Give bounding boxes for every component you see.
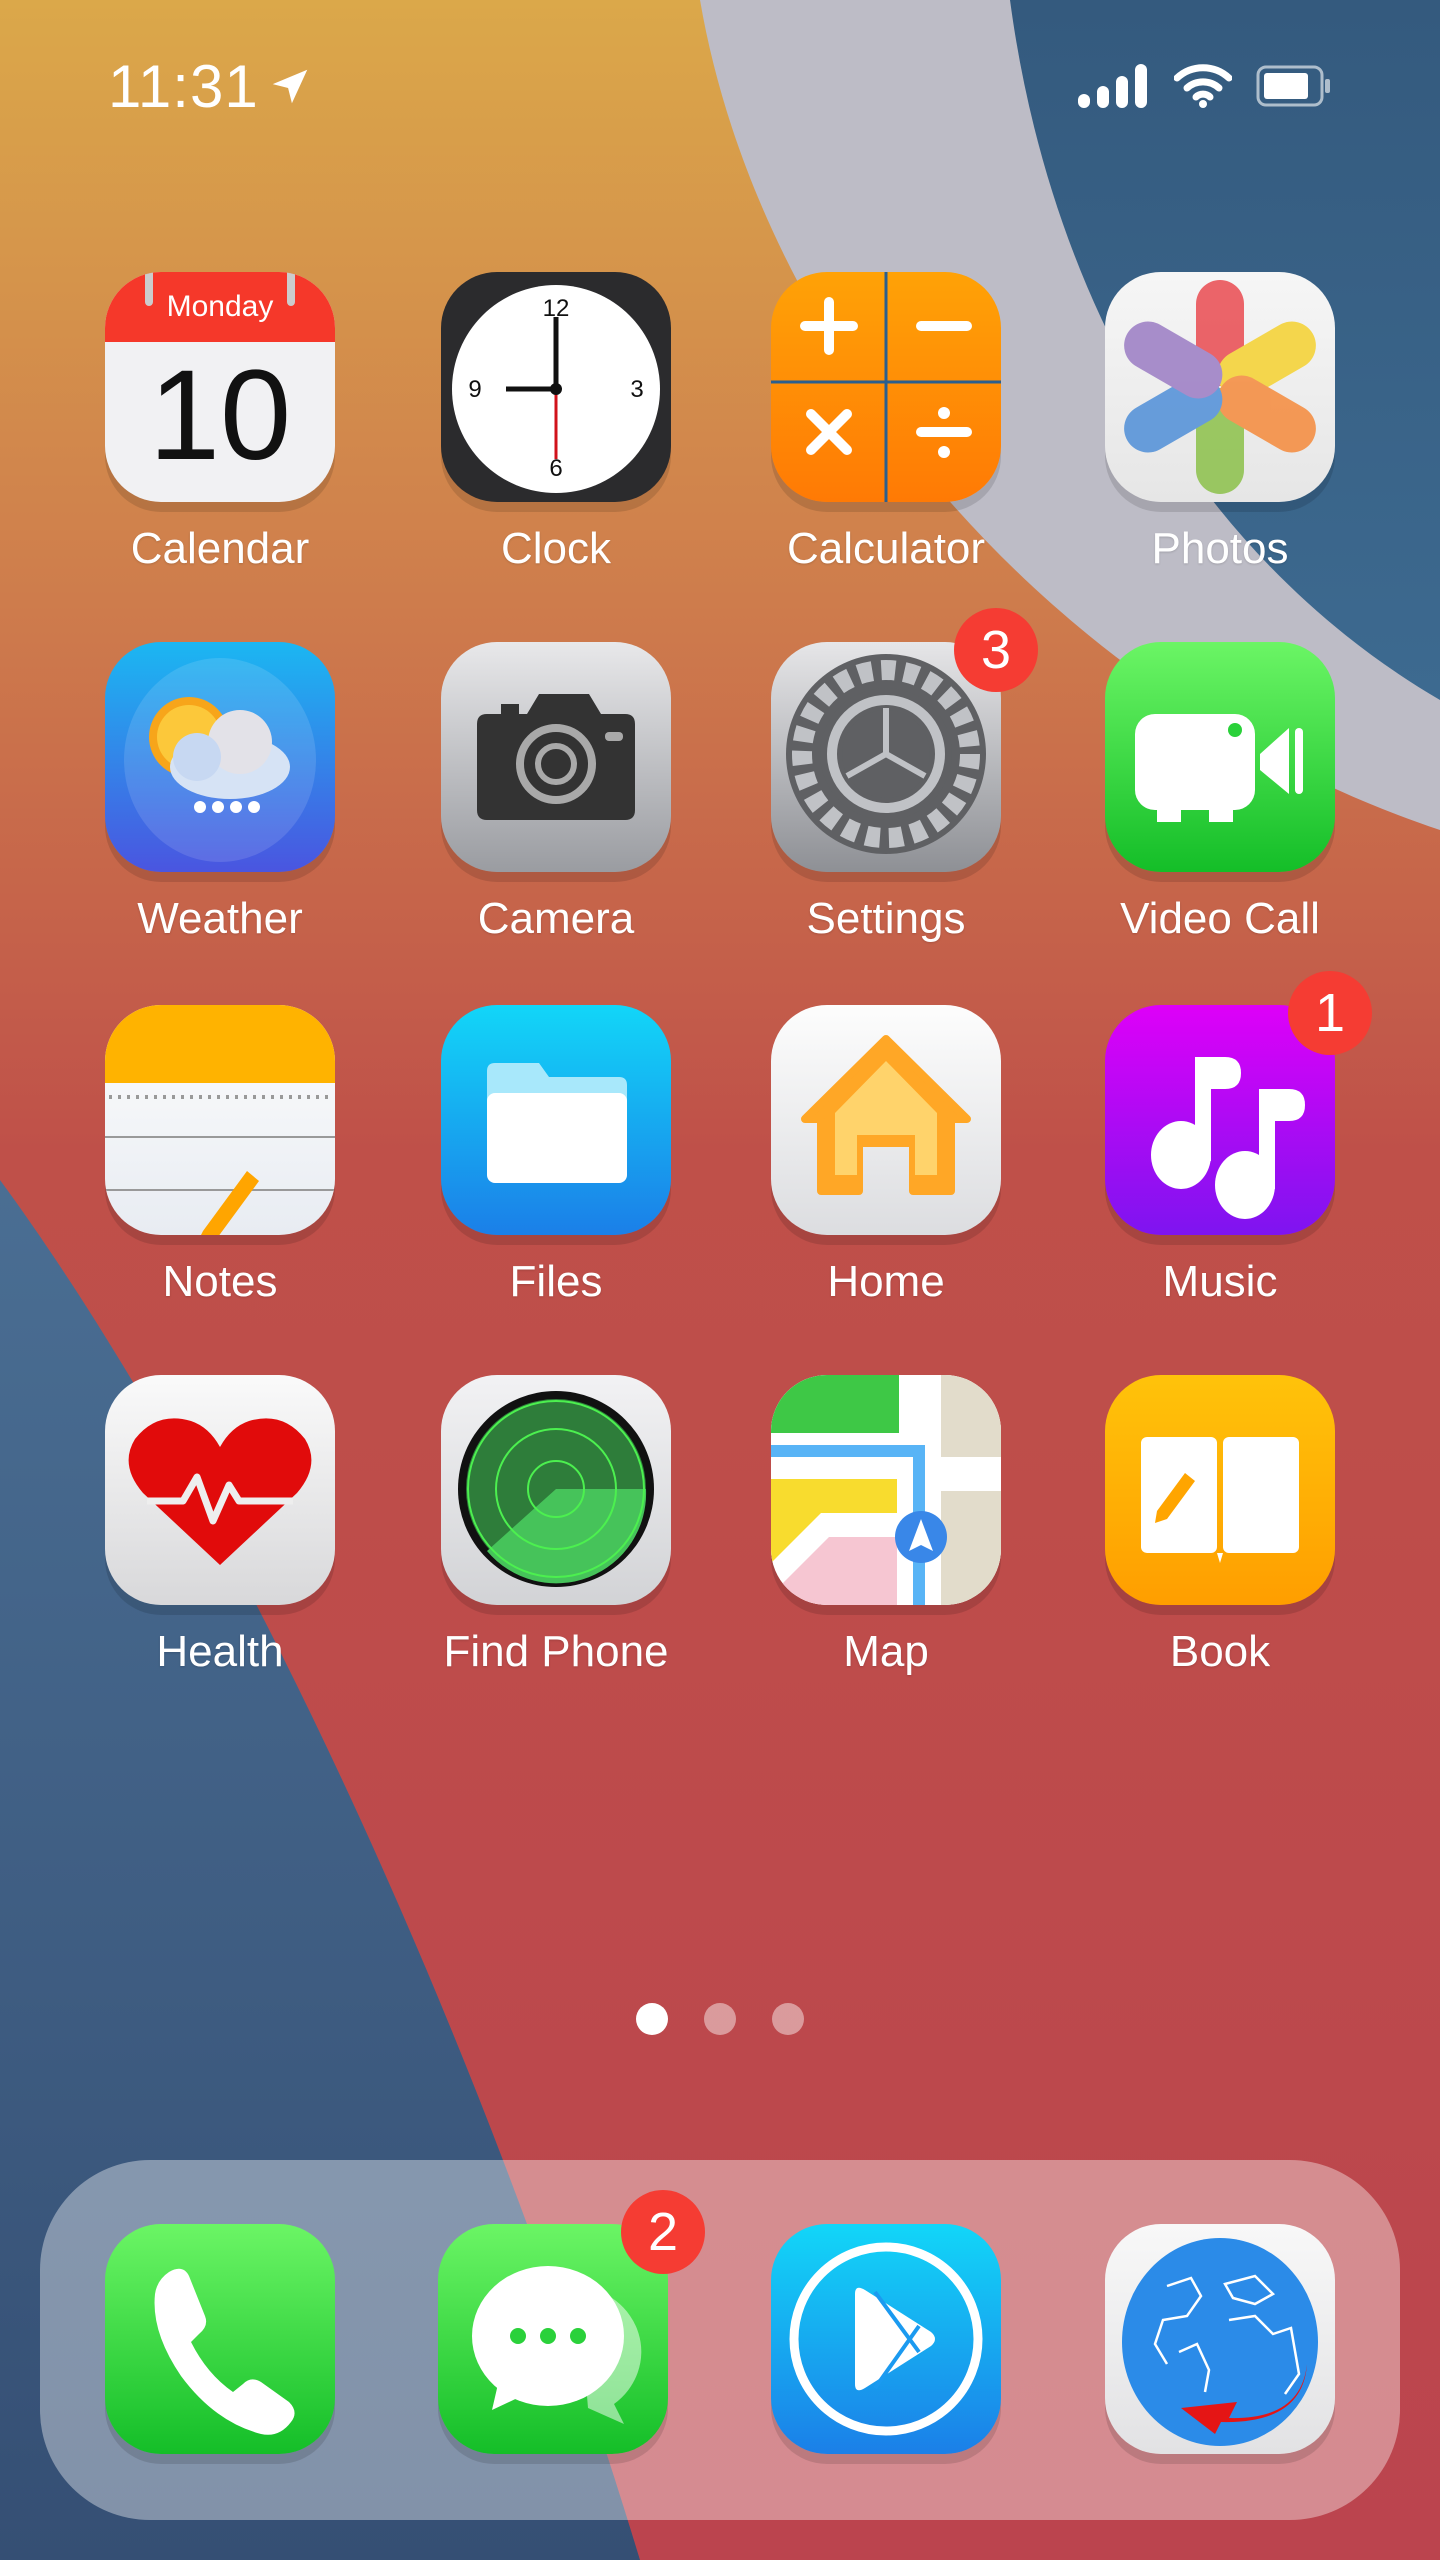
battery-icon (1256, 65, 1330, 107)
app-clock[interactable]: 12 3 6 9 Clock (406, 272, 706, 592)
app-book[interactable]: Book (1070, 1375, 1370, 1695)
clock-numeral-9: 9 (468, 376, 481, 403)
page-indicator (0, 2003, 1440, 2035)
cellular-signal-icon (1078, 64, 1147, 108)
app-files[interactable]: Files (406, 1005, 706, 1325)
weather-icon (105, 642, 335, 872)
page-dot-2[interactable] (704, 2003, 736, 2035)
app-label: Map (843, 1627, 929, 1676)
time-text: 11:31 (108, 53, 259, 120)
clock-numeral-3: 3 (630, 376, 643, 403)
app-camera[interactable]: Camera (406, 642, 706, 962)
house-icon (771, 1005, 1001, 1235)
app-notes[interactable]: Notes (70, 1005, 370, 1325)
app-label: Calendar (130, 524, 310, 573)
heart-icon (105, 1375, 335, 1605)
dock-app-messages[interactable]: 2 (403, 2190, 705, 2464)
app-photos[interactable]: Photos (1070, 272, 1370, 592)
app-label: Home (827, 1257, 945, 1306)
page-dot-3[interactable] (772, 2003, 804, 2035)
app-find-phone[interactable]: Find Phone (406, 1375, 706, 1695)
app-label: Find Phone (443, 1627, 669, 1676)
app-label: Notes (162, 1257, 278, 1306)
app-label: Weather (137, 894, 303, 943)
app-label: Settings (806, 894, 966, 943)
folder-icon (441, 1005, 671, 1235)
app-weather[interactable]: Weather (70, 642, 370, 962)
dock-app-phone[interactable] (70, 2224, 370, 2464)
calendar-weekday: Monday (166, 290, 274, 323)
notes-icon (105, 1005, 335, 1235)
clock-numeral-6: 6 (549, 455, 562, 482)
app-settings[interactable]: 3 Settings (736, 608, 1038, 962)
calendar-day: 10 (148, 344, 292, 487)
map-icon (771, 1375, 1001, 1605)
book-icon (1105, 1375, 1335, 1605)
location-arrow-icon (272, 69, 307, 103)
globe-icon (1105, 2224, 1335, 2454)
dock-app-play-store[interactable] (736, 2224, 1036, 2464)
app-map[interactable]: Map (736, 1375, 1036, 1695)
status-bar: 11:31 (0, 0, 1440, 180)
app-label: Book (1169, 1627, 1271, 1676)
video-camera-icon (1105, 642, 1335, 872)
page-dot-1[interactable] (636, 2003, 668, 2035)
notification-badge: 2 (621, 2190, 705, 2274)
app-music[interactable]: 1 Music (1070, 971, 1372, 1325)
app-label: Health (156, 1627, 284, 1676)
clock-numeral-12: 12 (543, 295, 570, 322)
app-label: Photos (1151, 524, 1289, 573)
app-label: Video Call (1120, 894, 1320, 943)
app-video-call[interactable]: Video Call (1070, 642, 1370, 962)
play-icon (771, 2224, 1001, 2454)
notification-badge: 3 (954, 608, 1038, 692)
status-time: 11:31 (108, 52, 313, 121)
app-calendar[interactable]: Monday 10 Calendar (70, 272, 370, 592)
app-calculator[interactable]: Calculator (736, 272, 1036, 592)
app-health[interactable]: Health (70, 1375, 370, 1695)
calculator-icon (771, 272, 1001, 502)
clock-icon: 12 3 6 9 (441, 272, 671, 502)
radar-icon (441, 1375, 671, 1605)
app-label: Camera (477, 894, 635, 943)
app-label: Music (1162, 1257, 1278, 1306)
dock-app-browser[interactable] (1070, 2224, 1370, 2464)
app-label: Files (509, 1257, 603, 1306)
notification-badge: 1 (1288, 971, 1372, 1055)
app-label: Calculator (786, 524, 986, 573)
photos-icon (1105, 272, 1335, 502)
wifi-icon (1174, 64, 1232, 108)
app-label: Clock (500, 524, 612, 573)
phone-icon (105, 2224, 335, 2454)
camera-icon (441, 642, 671, 872)
calendar-icon: Monday 10 (105, 272, 335, 502)
app-home[interactable]: Home (736, 1005, 1036, 1325)
